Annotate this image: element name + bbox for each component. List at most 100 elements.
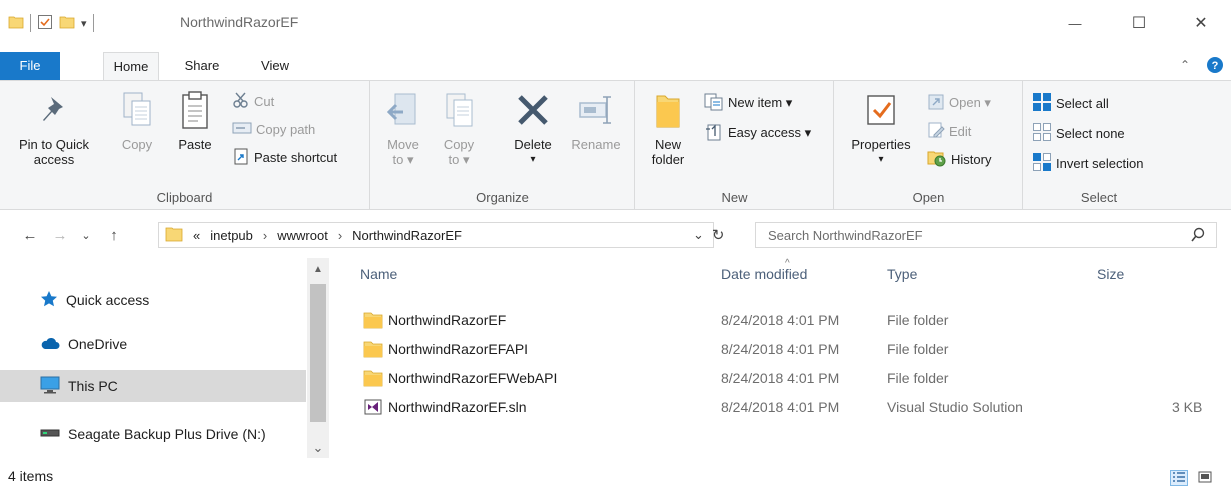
star-icon (40, 290, 58, 311)
window-title: NorthwindRazorEF (180, 14, 299, 30)
file-name: NorthwindRazorEF.sln (388, 399, 527, 415)
tab-share[interactable]: Share (173, 52, 231, 80)
file-type: File folder (887, 312, 949, 328)
folder-icon (363, 369, 383, 390)
search-input[interactable]: Search NorthwindRazorEF (768, 228, 923, 243)
delete-button[interactable]: Delete ▾ (505, 87, 561, 167)
tab-file[interactable]: File (0, 52, 60, 80)
easy-access-button[interactable]: Easy access ▾ (704, 121, 811, 145)
refresh-button[interactable]: ↻ (712, 226, 725, 244)
copy-path-button[interactable]: Copy path (232, 117, 315, 141)
ribbon: Pin to Quick access Copy Paste Cut Copy … (0, 80, 1231, 210)
file-row[interactable]: NorthwindRazorEF 8/24/2018 4:01 PM File … (360, 306, 1220, 334)
properties-check-icon[interactable] (37, 14, 53, 33)
easy-access-icon (704, 123, 724, 144)
up-button[interactable]: ↑ (104, 224, 124, 246)
move-to-button[interactable]: Move to ▾ (381, 87, 425, 167)
divider (30, 14, 31, 32)
scroll-down-button[interactable]: ⌄ (307, 438, 329, 458)
history-button[interactable]: History (927, 147, 991, 171)
breadcrumb-inetpub[interactable]: inetpub (210, 228, 253, 243)
back-button[interactable]: ← (20, 224, 40, 246)
item-count: 4 items (8, 468, 54, 484)
pin-to-quick-access-button[interactable]: Pin to Quick access (14, 87, 94, 167)
cut-button[interactable]: Cut (232, 89, 274, 113)
sidebar-item-quick-access[interactable]: Quick access (0, 284, 306, 316)
details-view-button[interactable] (1170, 470, 1188, 486)
folder-icon[interactable] (8, 14, 24, 33)
select-all-button[interactable]: Select all (1032, 91, 1109, 115)
sidebar-scrollbar[interactable]: ▲ ⌄ (307, 258, 329, 458)
open-icon (927, 93, 945, 114)
breadcrumb-wwwroot[interactable]: wwwroot (277, 228, 328, 243)
rename-icon (578, 95, 614, 128)
select-group-label: Select (1080, 190, 1118, 205)
maximize-button[interactable]: ☐ (1116, 8, 1162, 38)
search-box[interactable]: Search NorthwindRazorEF (755, 222, 1217, 248)
properties-check-icon (865, 92, 897, 131)
select-group: Select all Select none Invert selection … (1024, 81, 1174, 209)
file-row[interactable]: NorthwindRazorEFAPI 8/24/2018 4:01 PM Fi… (360, 335, 1220, 363)
navigation-pane: Quick access OneDrive This PC Seagate Ba… (0, 258, 330, 458)
drive-icon (40, 426, 60, 442)
edit-button[interactable]: Edit (927, 119, 971, 143)
sidebar-item-seagate-drive[interactable]: Seagate Backup Plus Drive (N:) (0, 418, 306, 450)
paste-button[interactable]: Paste (172, 87, 218, 152)
select-all-icon (1032, 92, 1052, 115)
collapse-ribbon-icon[interactable]: ⌃ (1180, 58, 1190, 72)
address-history-dropdown[interactable]: ⌄ (693, 227, 704, 243)
breadcrumb-separator[interactable]: › (263, 228, 267, 243)
edit-pencil-icon (927, 121, 945, 142)
tab-home[interactable]: Home (103, 52, 159, 81)
help-icon[interactable]: ? (1206, 56, 1224, 77)
column-header-name[interactable]: Name (360, 266, 710, 290)
sidebar-item-onedrive[interactable]: OneDrive (0, 328, 306, 360)
search-icon[interactable] (1190, 227, 1206, 246)
properties-button[interactable]: Properties ▾ (843, 87, 919, 167)
address-bar[interactable]: « inetpub › wwwroot › NorthwindRazorEF (158, 222, 714, 248)
clipboard-group: Pin to Quick access Copy Paste Cut Copy … (0, 81, 370, 209)
address-actions: ⌄ ↻ (693, 222, 743, 248)
scroll-thumb[interactable] (310, 284, 326, 422)
clipboard-icon (180, 90, 210, 133)
svg-text:?: ? (1212, 60, 1219, 72)
copy-button[interactable]: Copy (114, 87, 160, 152)
breadcrumb-overflow[interactable]: « (193, 228, 200, 243)
new-item-icon (704, 93, 724, 114)
open-group: Properties ▾ Open ▾ Edit History Open (835, 81, 1023, 209)
new-item-button[interactable]: New item ▾ (704, 91, 792, 115)
minimize-button[interactable]: — (1052, 8, 1098, 38)
file-row[interactable]: NorthwindRazorEF.sln 8/24/2018 4:01 PM V… (360, 393, 1220, 421)
recent-locations-button[interactable]: ⌄ (76, 224, 96, 246)
organize-group-label: Organize (476, 190, 529, 205)
open-button[interactable]: Open ▾ (927, 91, 991, 115)
file-size: 3 KB (1172, 399, 1203, 415)
column-header-date-modified[interactable]: Date modified (721, 266, 881, 290)
scroll-up-button[interactable]: ▲ (307, 260, 329, 280)
file-row[interactable]: NorthwindRazorEFWebAPI 8/24/2018 4:01 PM… (360, 364, 1220, 392)
select-none-icon (1032, 122, 1052, 145)
invert-selection-button[interactable]: Invert selection (1032, 151, 1143, 175)
paste-shortcut-icon (232, 147, 250, 168)
folder-icon (363, 340, 383, 361)
column-header-type[interactable]: Type (887, 266, 1087, 290)
breadcrumb-northwindrazoref[interactable]: NorthwindRazorEF (352, 228, 462, 243)
sidebar-item-this-pc[interactable]: This PC (0, 370, 306, 402)
copy-to-button[interactable]: Copy to ▾ (437, 87, 481, 167)
customize-qat-button[interactable]: ▾ (81, 17, 87, 30)
column-header-size[interactable]: Size (1097, 266, 1197, 290)
file-type: File folder (887, 370, 949, 386)
new-folder-button[interactable]: New folder (640, 87, 696, 167)
large-icons-view-button[interactable] (1196, 470, 1214, 486)
forward-button[interactable]: → (50, 224, 70, 246)
tab-view[interactable]: View (250, 52, 300, 80)
breadcrumb-separator[interactable]: › (338, 228, 342, 243)
select-none-button[interactable]: Select none (1032, 121, 1125, 145)
move-to-icon (386, 90, 419, 133)
rename-button[interactable]: Rename (567, 87, 625, 152)
monitor-icon (40, 376, 60, 397)
close-button[interactable]: ✕ (1178, 8, 1224, 38)
paste-shortcut-button[interactable]: Paste shortcut (232, 145, 337, 169)
new-folder-icon[interactable] (59, 14, 75, 33)
organize-group: Move to ▾ Copy to ▾ Delete ▾ Rename Orga… (371, 81, 635, 209)
